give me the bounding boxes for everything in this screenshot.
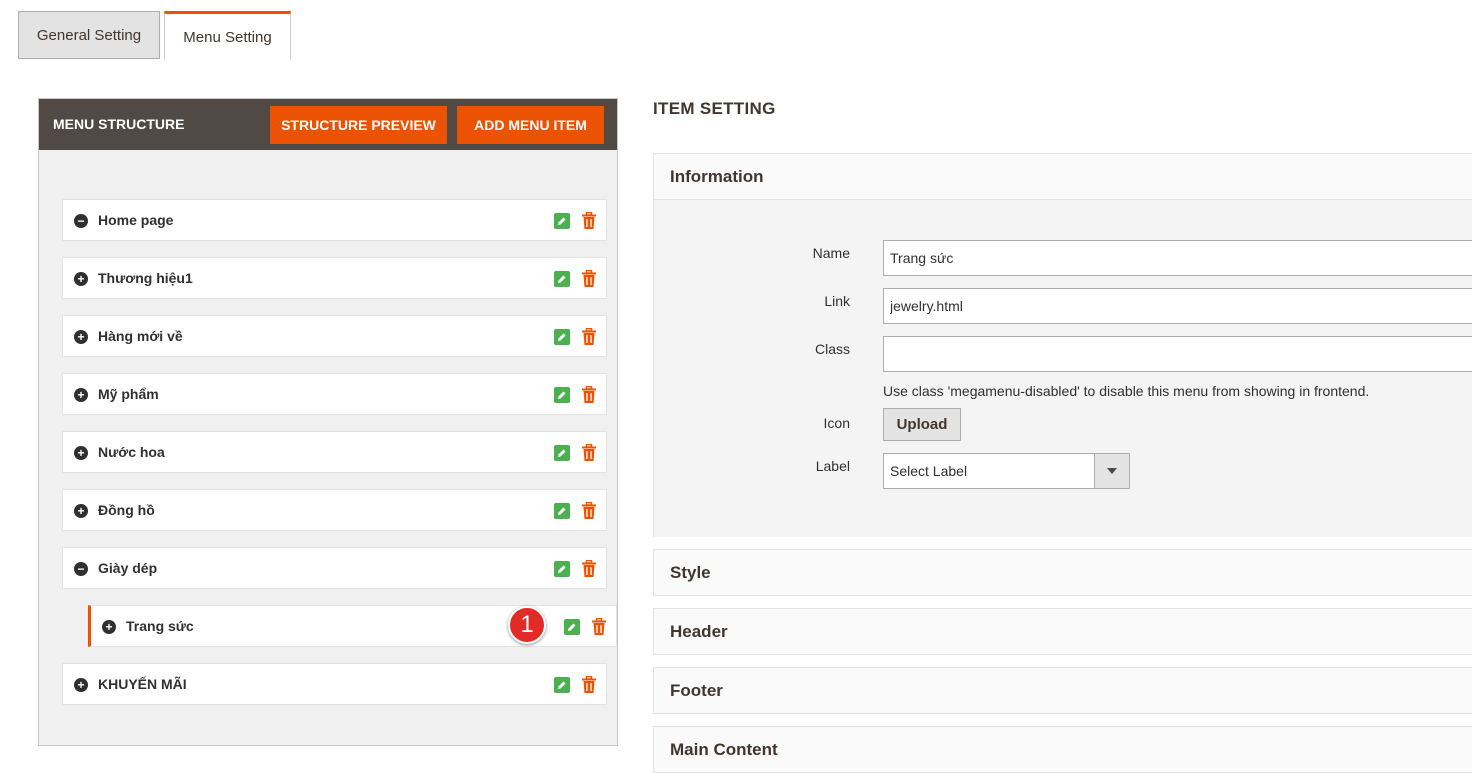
expand-icon[interactable]: + [74, 388, 88, 402]
edit-icon[interactable] [564, 619, 580, 635]
menu-item[interactable]: + Mỹ phẩm [62, 373, 607, 415]
name-label: Name [812, 245, 850, 261]
label-select-value: Select Label [890, 463, 968, 479]
expand-icon[interactable]: + [74, 504, 88, 518]
tab-menu-setting[interactable]: Menu Setting [164, 11, 291, 60]
item-setting-title: ITEM SETTING [653, 99, 776, 118]
expand-icon[interactable]: + [74, 678, 88, 692]
collapse-icon[interactable]: − [74, 214, 88, 228]
menu-item-label: KHUYẾN MÃI [98, 676, 187, 692]
edit-icon[interactable] [554, 213, 570, 229]
menu-item[interactable]: + Hàng mới về [62, 315, 607, 357]
expand-icon[interactable]: + [102, 620, 116, 634]
menu-item-label: Home page [98, 212, 174, 228]
edit-icon[interactable] [554, 677, 570, 693]
edit-icon[interactable] [554, 445, 570, 461]
edit-icon[interactable] [554, 271, 570, 287]
menu-item-label: Giày dép [98, 560, 158, 576]
section-style[interactable]: Style [653, 549, 1472, 596]
menu-item[interactable]: + Nước hoa [62, 431, 607, 473]
trash-icon[interactable] [581, 501, 597, 520]
section-main-content-label: Main Content [670, 740, 778, 759]
menu-item[interactable]: + Đồng hồ [62, 489, 607, 531]
menu-item[interactable]: − Giày dép [62, 547, 607, 589]
class-input[interactable] [883, 336, 1472, 372]
section-main-content[interactable]: Main Content [653, 726, 1472, 773]
trash-icon[interactable] [581, 559, 597, 578]
class-label: Class [814, 341, 850, 357]
menu-structure-title: MENU STRUCTURE [53, 116, 185, 132]
expand-icon[interactable]: + [74, 330, 88, 344]
menu-item[interactable]: + Thương hiệu1 [62, 257, 607, 299]
trash-icon[interactable] [581, 327, 597, 346]
trash-icon[interactable] [591, 617, 607, 636]
edit-icon[interactable] [554, 329, 570, 345]
collapse-icon[interactable]: − [74, 562, 88, 576]
label-label: Label [815, 458, 850, 474]
menu-item[interactable]: − Home page [62, 199, 607, 241]
menu-item-label: Đồng hồ [98, 502, 155, 518]
structure-preview-button[interactable]: STRUCTURE PREVIEW [270, 106, 447, 144]
section-header[interactable]: Header [653, 608, 1472, 655]
menu-item-label: Trang sức [126, 618, 194, 634]
trash-icon[interactable] [581, 385, 597, 404]
upload-button[interactable]: Upload [883, 408, 961, 441]
class-note: Use class 'megamenu-disabled' to disable… [883, 383, 1370, 399]
tab-general-setting[interactable]: General Setting [18, 11, 160, 59]
trash-icon[interactable] [581, 675, 597, 694]
menu-structure-header: MENU STRUCTURE STRUCTURE PREVIEW ADD MEN… [39, 99, 617, 150]
section-footer-label: Footer [670, 681, 723, 700]
link-label: Link [824, 293, 850, 309]
menu-item[interactable]: + KHUYẾN MÃI [62, 663, 607, 705]
menu-item-label: Thương hiệu1 [98, 270, 193, 286]
add-menu-item-button[interactable]: ADD MENU ITEM [457, 106, 604, 144]
section-information-label: Information [670, 167, 764, 186]
edit-icon[interactable] [554, 387, 570, 403]
name-input[interactable] [883, 240, 1472, 276]
section-style-label: Style [670, 563, 711, 582]
expand-icon[interactable]: + [74, 272, 88, 286]
chevron-down-icon[interactable] [1094, 454, 1129, 488]
link-input[interactable] [883, 288, 1472, 324]
menu-structure-panel: MENU STRUCTURE STRUCTURE PREVIEW ADD MEN… [38, 98, 618, 746]
menu-item-label: Hàng mới về [98, 328, 183, 344]
section-information[interactable]: Information [653, 153, 1472, 200]
trash-icon[interactable] [581, 211, 597, 230]
label-select[interactable]: Select Label [883, 453, 1130, 489]
trash-icon[interactable] [581, 269, 597, 288]
edit-icon[interactable] [554, 561, 570, 577]
trash-icon[interactable] [581, 443, 597, 462]
menu-item-label: Nước hoa [98, 444, 165, 460]
section-header-label: Header [670, 622, 728, 641]
section-footer[interactable]: Footer [653, 667, 1472, 714]
icon-label: Icon [823, 415, 850, 431]
expand-icon[interactable]: + [74, 446, 88, 460]
edit-icon[interactable] [554, 503, 570, 519]
annotation-badge-1: 1 [508, 606, 546, 644]
menu-item-label: Mỹ phẩm [98, 386, 159, 402]
